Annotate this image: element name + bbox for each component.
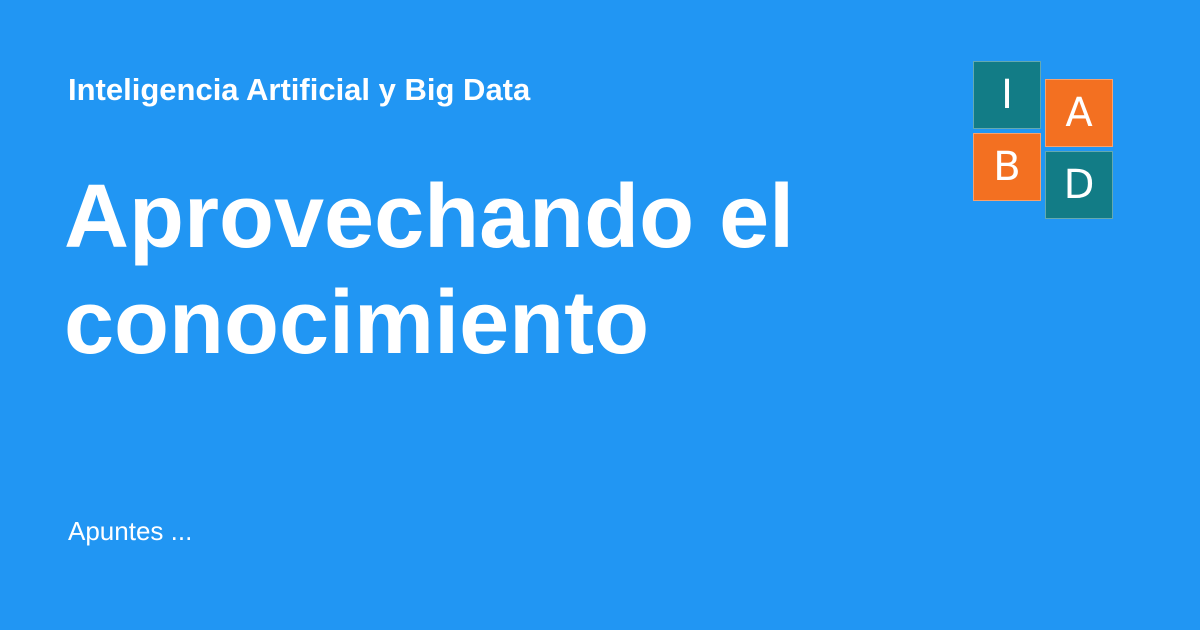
social-card: Inteligencia Artificial y Big Data Aprov… <box>0 0 1200 630</box>
logo-tile-b: B <box>973 133 1041 201</box>
logo-tile-i: I <box>973 61 1041 129</box>
logo-tile-a: A <box>1045 79 1113 147</box>
iabd-logo: I A B D <box>972 60 1116 222</box>
site-name: Inteligencia Artificial y Big Data <box>68 72 531 107</box>
logo-tile-d: D <box>1045 151 1113 219</box>
page-description: Apuntes ... <box>68 516 193 546</box>
page-title: Aprovechando el conocimiento <box>64 167 795 373</box>
